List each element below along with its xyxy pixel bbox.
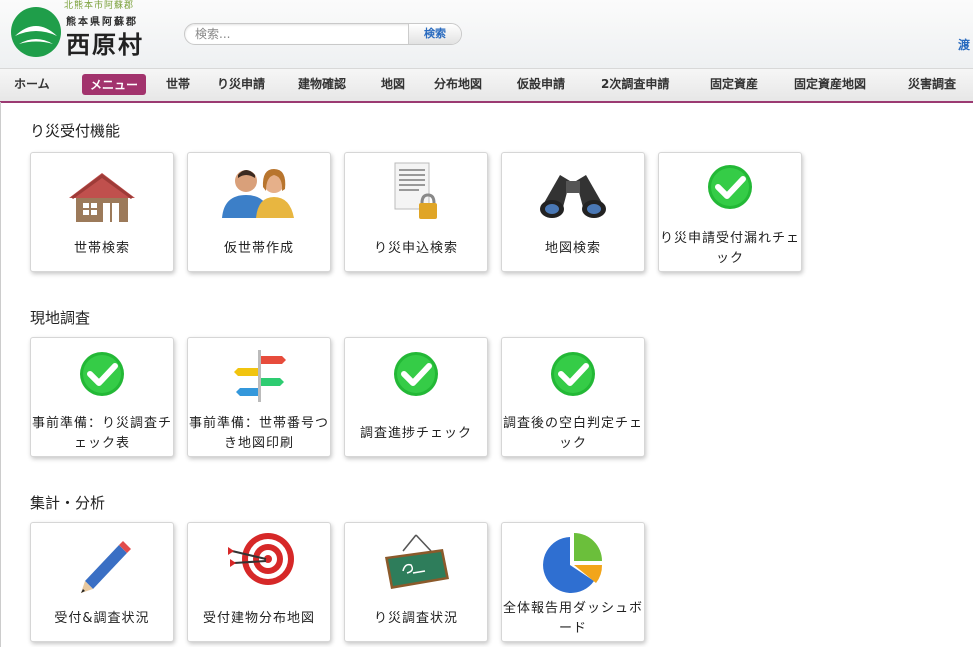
card-label: 受付&調査状況 xyxy=(54,611,150,626)
house-icon xyxy=(69,173,135,222)
section-title-reception: り災受付機能 xyxy=(30,122,121,140)
card-map-search[interactable]: 地図検索 xyxy=(501,152,645,272)
village-logo-icon[interactable] xyxy=(9,6,63,58)
card-label: 世帯検索 xyxy=(73,241,130,256)
nav-second-survey[interactable]: 2次調査申請 xyxy=(601,75,669,92)
app-header: 北熊本市阿蘇郡 熊本県阿蘇郡 西原村 検索 渡 xyxy=(0,0,973,68)
card-survey-progress[interactable]: 調査進捗チェック xyxy=(344,337,488,457)
card-label: 調査後の空白判定チェック xyxy=(502,416,643,451)
pie-chart-icon xyxy=(543,533,603,593)
card-label: 全体報告用ダッシュボード xyxy=(502,601,643,636)
nav-households[interactable]: 世帯 xyxy=(166,75,190,92)
nav-distribution-map[interactable]: 分布地図 xyxy=(434,75,482,92)
card-dashboard[interactable]: 全体報告用ダッシュボード xyxy=(501,522,645,642)
card-label: り災申請受付漏れチェック xyxy=(659,231,800,266)
card-map-print[interactable]: 事前準備：世帯番号つき地図印刷 xyxy=(187,337,331,457)
card-label: り災調査状況 xyxy=(373,611,458,626)
check-circle-icon xyxy=(708,165,752,209)
binoculars-icon xyxy=(540,175,606,218)
chalkboard-icon xyxy=(385,534,449,589)
section-title-field-survey: 現地調査 xyxy=(30,309,91,327)
check-circle-icon xyxy=(394,352,438,396)
check-circle-icon xyxy=(80,352,124,396)
card-label: 地図検索 xyxy=(544,241,601,256)
card-survey-checklist[interactable]: 事前準備：り災調査チェック表 xyxy=(30,337,174,457)
card-temporary-household[interactable]: 仮世帯作成 xyxy=(187,152,331,272)
card-label: 調査進捗チェック xyxy=(359,426,472,441)
card-label: 事前準備：り災調査チェック表 xyxy=(31,416,172,451)
search-button[interactable]: 検索 xyxy=(408,24,461,44)
card-survey-status[interactable]: り災調査状況 xyxy=(344,522,488,642)
card-missing-check[interactable]: り災申請受付漏れチェック xyxy=(658,152,802,272)
nav-fixed-assets-map[interactable]: 固定資産地図 xyxy=(794,75,866,92)
nav-disaster-survey[interactable]: 災害調査 xyxy=(908,75,956,92)
nav-home[interactable]: ホーム xyxy=(14,75,50,92)
main-nav: ホーム メニュー 世帯 り災申請 建物確認 地図 分布地図 仮設申請 2次調査申… xyxy=(0,68,973,103)
card-blank-judgment[interactable]: 調査後の空白判定チェック xyxy=(501,337,645,457)
signpost-icon xyxy=(234,350,286,402)
pencil-icon xyxy=(81,541,131,593)
prefecture-tag: 北熊本市阿蘇郡 xyxy=(64,1,135,11)
target-icon xyxy=(228,533,294,585)
nav-map[interactable]: 地図 xyxy=(381,75,405,92)
people-icon xyxy=(222,169,294,218)
user-link[interactable]: 渡 xyxy=(958,36,970,53)
card-label: り災申込検索 xyxy=(373,241,458,256)
card-application-search[interactable]: り災申込検索 xyxy=(344,152,488,272)
search-box: 検索 xyxy=(184,23,462,45)
nav-fixed-assets[interactable]: 固定資産 xyxy=(710,75,758,92)
search-input[interactable] xyxy=(195,24,395,44)
nav-building-check[interactable]: 建物確認 xyxy=(298,75,346,92)
village-name[interactable]: 西原村 xyxy=(66,25,144,60)
locked-document-icon xyxy=(394,162,437,219)
card-building-distribution[interactable]: 受付建物分布地図 xyxy=(187,522,331,642)
card-household-search[interactable]: 世帯検索 xyxy=(30,152,174,272)
check-circle-icon xyxy=(551,352,595,396)
card-label: 事前準備：世帯番号つき地図印刷 xyxy=(188,416,329,451)
content-left-rule xyxy=(0,102,1,647)
card-label: 仮世帯作成 xyxy=(223,241,294,256)
nav-temporary-housing[interactable]: 仮設申請 xyxy=(517,75,565,92)
card-label: 受付建物分布地図 xyxy=(202,611,315,626)
nav-disaster-application[interactable]: り災申請 xyxy=(217,75,265,92)
section-title-analysis: 集計・分析 xyxy=(30,494,106,512)
nav-menu[interactable]: メニュー xyxy=(82,74,147,95)
card-reception-status[interactable]: 受付&調査状況 xyxy=(30,522,174,642)
